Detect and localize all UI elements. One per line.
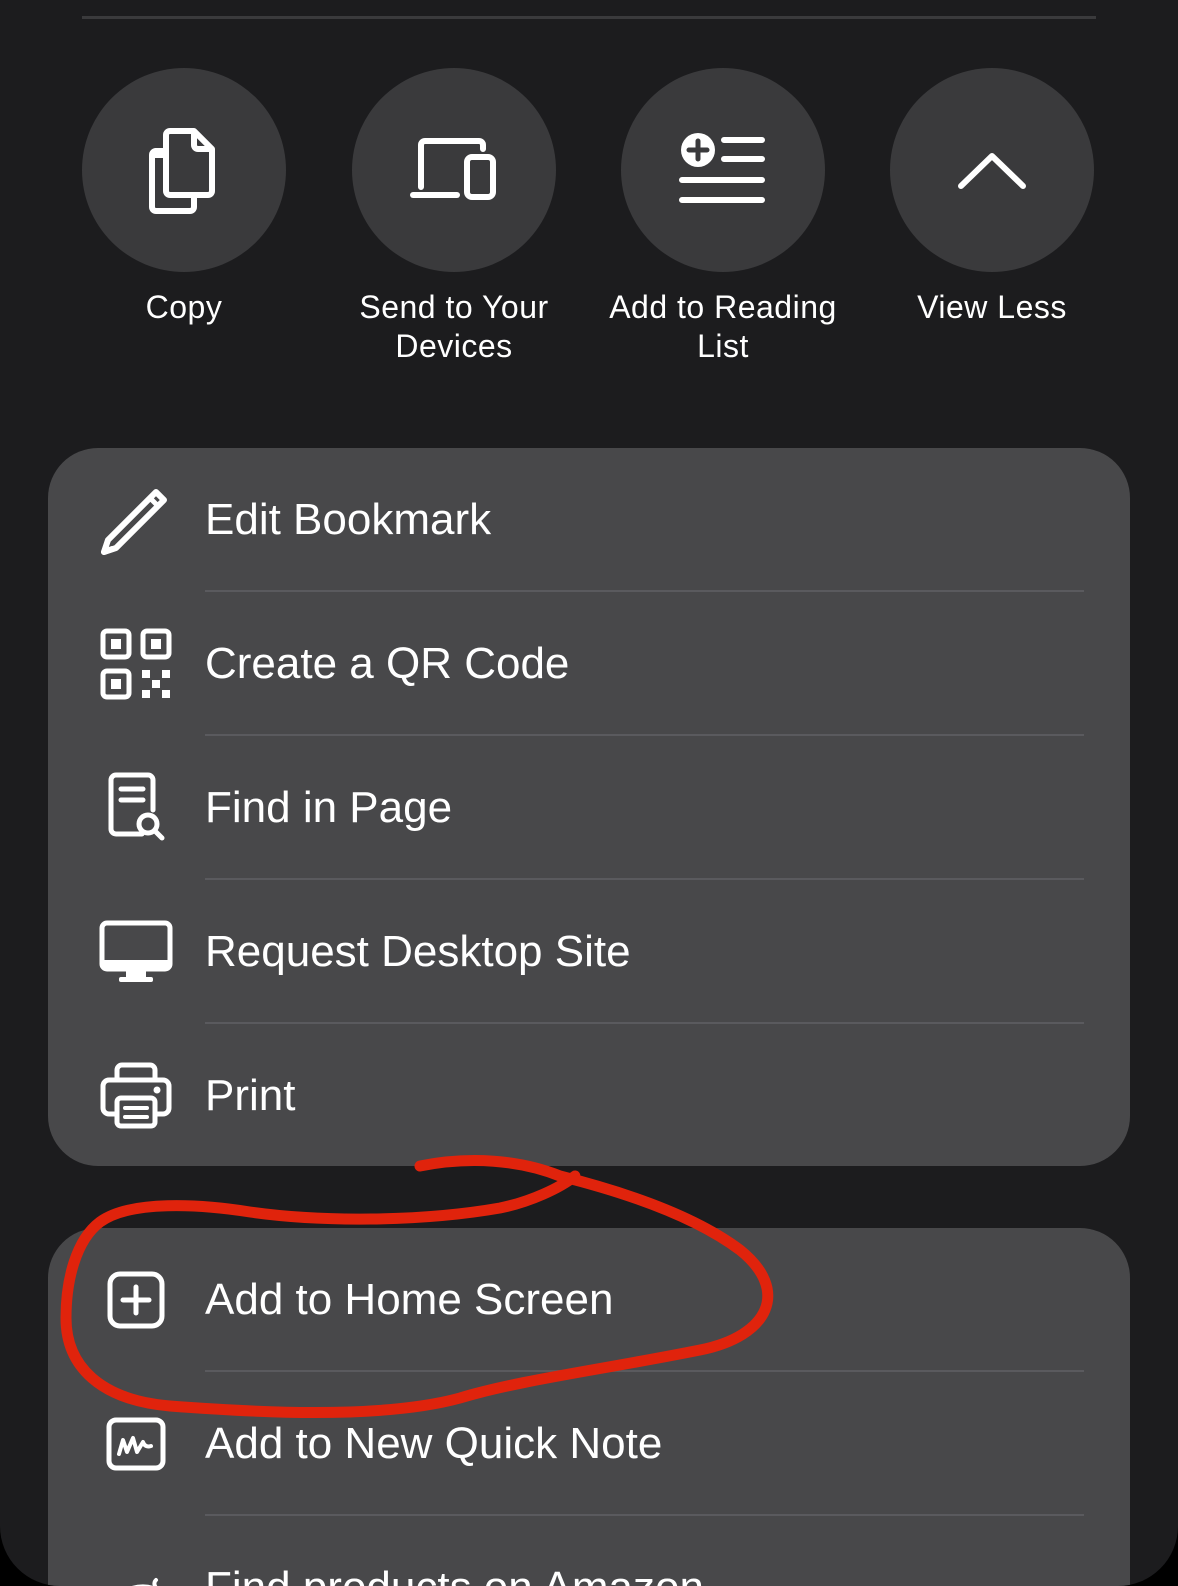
chevron-up-icon xyxy=(958,153,1026,189)
amazon-icon xyxy=(98,1552,174,1586)
menu-item-add-to-home-screen[interactable]: Add to Home Screen xyxy=(48,1228,1130,1372)
printer-icon xyxy=(98,1060,174,1132)
action-row: Copy Send to Your Devices Add to Reading… xyxy=(0,68,1178,388)
menu-item-label: Add to Home Screen xyxy=(205,1275,614,1324)
menu-item-print[interactable]: Print xyxy=(48,1024,1130,1166)
copy-icon xyxy=(149,128,215,214)
menu-item-label: Print xyxy=(205,1071,296,1120)
send-to-devices-button[interactable] xyxy=(352,68,556,272)
top-divider xyxy=(82,16,1096,19)
view-less-action[interactable]: View Less xyxy=(862,68,1122,327)
devices-icon xyxy=(410,138,496,200)
desktop-icon xyxy=(98,916,174,988)
menu-item-edit-bookmark[interactable]: Edit Bookmark xyxy=(48,448,1130,592)
reading-list-icon xyxy=(679,133,765,203)
menu-group-2: Add to Home Screen Add to New Quick Note… xyxy=(48,1228,1130,1586)
add-to-reading-list-action[interactable]: Add to Reading List xyxy=(593,68,853,366)
view-less-button[interactable] xyxy=(890,68,1094,272)
menu-item-find-in-page[interactable]: Find in Page xyxy=(48,736,1130,880)
send-to-devices-label: Send to Your Devices xyxy=(359,289,549,364)
view-less-label: View Less xyxy=(917,289,1067,325)
menu-item-find-products-on-amazon[interactable]: Find products on Amazon xyxy=(48,1516,1130,1586)
find-in-page-icon xyxy=(98,772,174,844)
copy-action[interactable]: Copy xyxy=(54,68,314,327)
menu-item-request-desktop-site[interactable]: Request Desktop Site xyxy=(48,880,1130,1024)
copy-button[interactable] xyxy=(82,68,286,272)
menu-item-create-qr-code[interactable]: Create a QR Code xyxy=(48,592,1130,736)
add-to-reading-list-button[interactable] xyxy=(621,68,825,272)
menu-item-label: Add to New Quick Note xyxy=(205,1419,663,1468)
menu-group-1: Edit Bookmark Create a QR Code Find in P… xyxy=(48,448,1130,1166)
add-square-icon xyxy=(98,1264,174,1336)
qr-code-icon xyxy=(98,628,174,700)
quick-note-icon xyxy=(98,1408,174,1480)
menu-item-label: Find products on Amazon xyxy=(205,1516,704,1586)
menu-item-label: Edit Bookmark xyxy=(205,495,492,544)
pencil-icon xyxy=(98,484,174,556)
add-to-reading-list-label: Add to Reading List xyxy=(609,289,837,364)
send-to-devices-action[interactable]: Send to Your Devices xyxy=(324,68,584,366)
copy-label: Copy xyxy=(145,289,223,325)
menu-item-label: Find in Page xyxy=(205,783,453,832)
menu-item-add-to-new-quick-note[interactable]: Add to New Quick Note xyxy=(48,1372,1130,1516)
menu-item-label: Request Desktop Site xyxy=(205,927,631,976)
menu-item-label: Create a QR Code xyxy=(205,639,570,688)
share-sheet: Copy Send to Your Devices Add to Reading… xyxy=(0,0,1178,1586)
